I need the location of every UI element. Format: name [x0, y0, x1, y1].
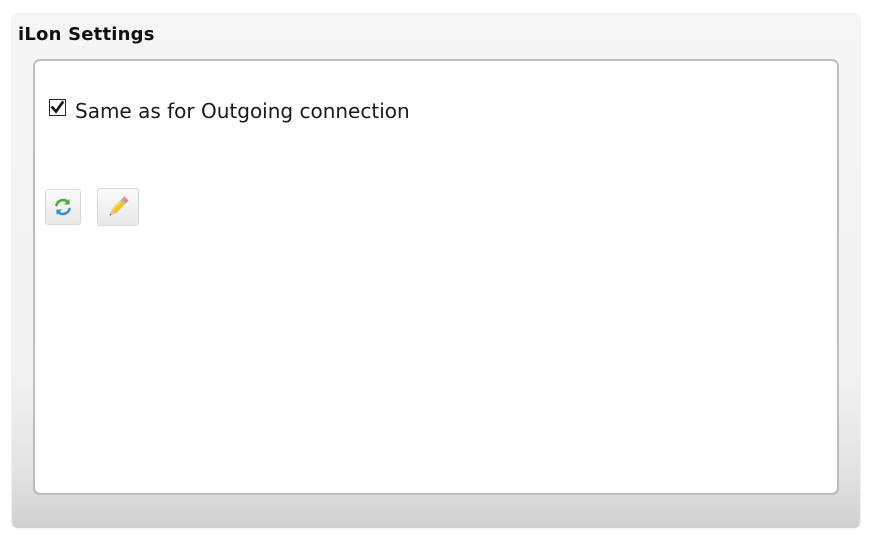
refresh-icon [55, 198, 71, 216]
edit-button[interactable] [97, 188, 139, 226]
same-as-outgoing-option[interactable]: Same as for Outgoing connection [49, 96, 410, 122]
refresh-button[interactable] [45, 189, 81, 225]
same-as-outgoing-checkbox[interactable] [49, 98, 66, 116]
settings-content-box [33, 59, 839, 495]
checkmark-icon [50, 100, 65, 114]
same-as-outgoing-label: Same as for Outgoing connection [75, 99, 410, 123]
pencil-icon [109, 196, 129, 216]
page: iLon Settings Same as for Outgoing conne… [0, 0, 872, 535]
panel-title: iLon Settings [18, 24, 155, 45]
